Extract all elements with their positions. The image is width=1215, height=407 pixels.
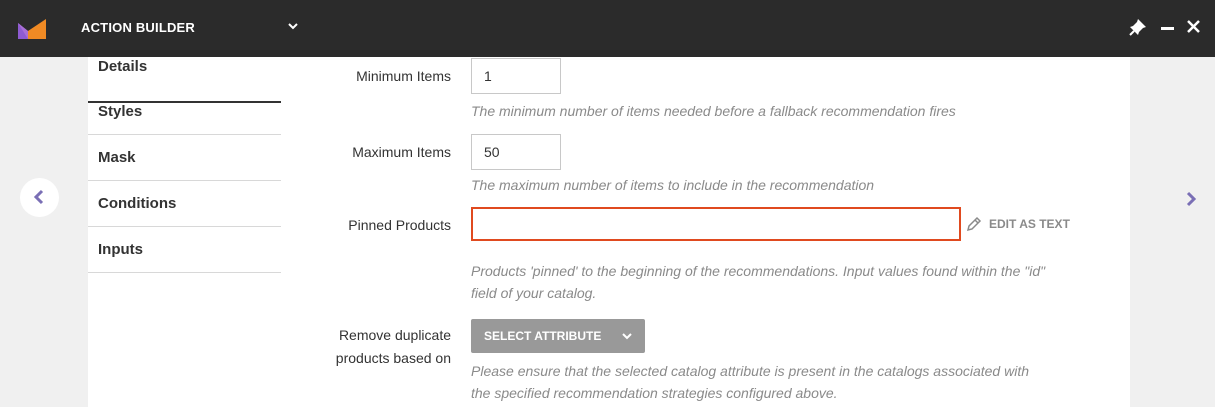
select-attribute-label: SELECT ATTRIBUTE <box>484 329 602 343</box>
sidebar-item-styles[interactable]: Styles <box>88 89 281 135</box>
sidebar-item-label: Conditions <box>98 195 177 212</box>
max-items-input[interactable]: 50 <box>471 134 561 170</box>
sidebar-item-conditions[interactable]: Conditions <box>88 181 281 227</box>
remove-duplicates-label-line1: Remove duplicate <box>338 327 451 343</box>
min-items-label: Minimum Items <box>356 68 451 84</box>
edit-as-text-label: EDIT AS TEXT <box>989 217 1070 231</box>
pinned-products-help-line1: Products 'pinned' to the beginning of th… <box>471 263 1046 279</box>
chevron-down-icon[interactable] <box>288 21 298 31</box>
min-items-help: The minimum number of items needed befor… <box>471 103 956 119</box>
pinned-products-label: Pinned Products <box>348 217 451 233</box>
app-title: ACTION BUILDER <box>81 20 196 35</box>
select-attribute-button[interactable]: SELECT ATTRIBUTE <box>471 319 645 353</box>
sidebar-item-inputs[interactable]: Inputs <box>88 227 281 273</box>
sidebar: Details Styles Mask Conditions Inputs <box>88 57 281 407</box>
min-items-input[interactable]: 1 <box>471 58 561 94</box>
max-items-help: The maximum number of items to include i… <box>471 177 875 193</box>
max-items-label: Maximum Items <box>352 144 451 160</box>
previous-nav-area <box>0 57 88 407</box>
previous-button[interactable] <box>20 178 59 217</box>
remove-duplicates-label-line2: products based on <box>335 350 451 366</box>
sidebar-item-label: Inputs <box>98 241 143 258</box>
top-bar: ACTION BUILDER <box>0 0 1215 57</box>
next-nav-area <box>1130 57 1215 407</box>
pin-icon[interactable] <box>1129 18 1147 36</box>
pinned-products-input[interactable] <box>471 207 961 241</box>
remove-duplicates-help-line2: the specified recommendation strategies … <box>471 385 838 401</box>
sidebar-item-label: Details <box>98 58 148 75</box>
form-content: Minimum Items 1 The minimum number of it… <box>281 57 1130 407</box>
close-icon[interactable] <box>1187 20 1200 33</box>
remove-duplicates-help-line1: Please ensure that the selected catalog … <box>471 363 1030 379</box>
chevron-right-icon[interactable] <box>1185 191 1197 207</box>
pinned-products-help-line2: field of your catalog. <box>471 285 597 301</box>
brand-logo-icon <box>18 19 46 39</box>
minimize-icon[interactable] <box>1161 27 1174 30</box>
sidebar-item-mask[interactable]: Mask <box>88 135 281 181</box>
pencil-icon <box>966 216 982 232</box>
chevron-left-icon <box>33 189 44 205</box>
chevron-down-icon <box>622 333 632 340</box>
sidebar-item-label: Styles <box>98 103 143 120</box>
sidebar-item-label: Mask <box>98 149 136 166</box>
